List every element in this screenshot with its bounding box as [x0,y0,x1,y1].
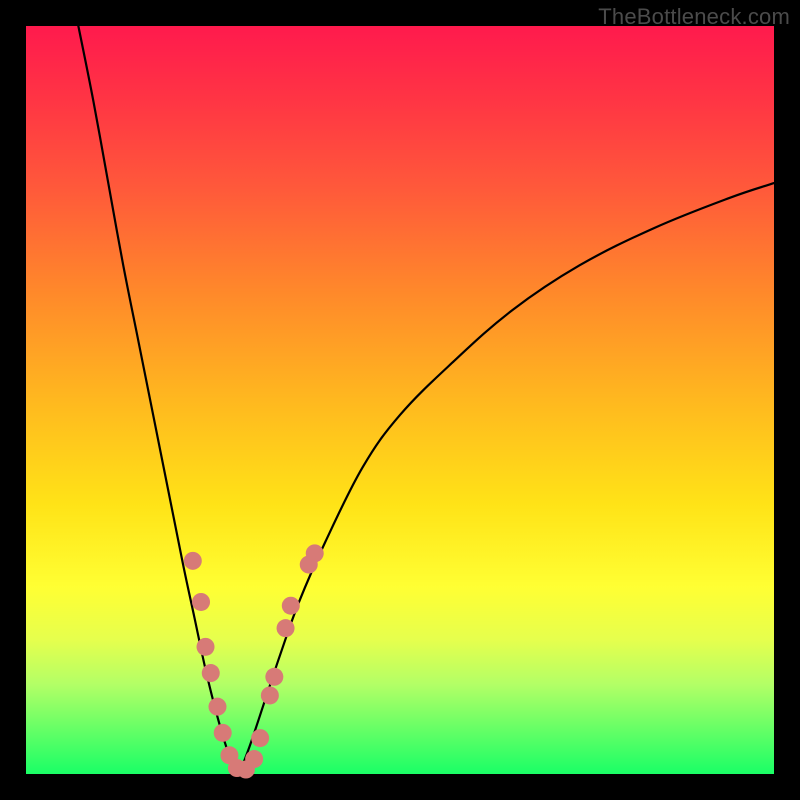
data-point [277,619,295,637]
plot-area [26,26,774,774]
watermark-text: TheBottleneck.com [598,4,790,30]
data-point [265,668,283,686]
chart-svg [26,26,774,774]
curve-right-branch [239,183,774,774]
curve-left-branch [78,26,239,774]
data-point [245,750,263,768]
data-point [261,686,279,704]
data-point [197,638,215,656]
data-point [251,729,269,747]
data-point [202,664,220,682]
chart-frame: TheBottleneck.com [0,0,800,800]
data-point [282,597,300,615]
data-point [208,698,226,716]
data-point [214,724,232,742]
data-point [192,593,210,611]
data-point [184,552,202,570]
data-point [306,544,324,562]
